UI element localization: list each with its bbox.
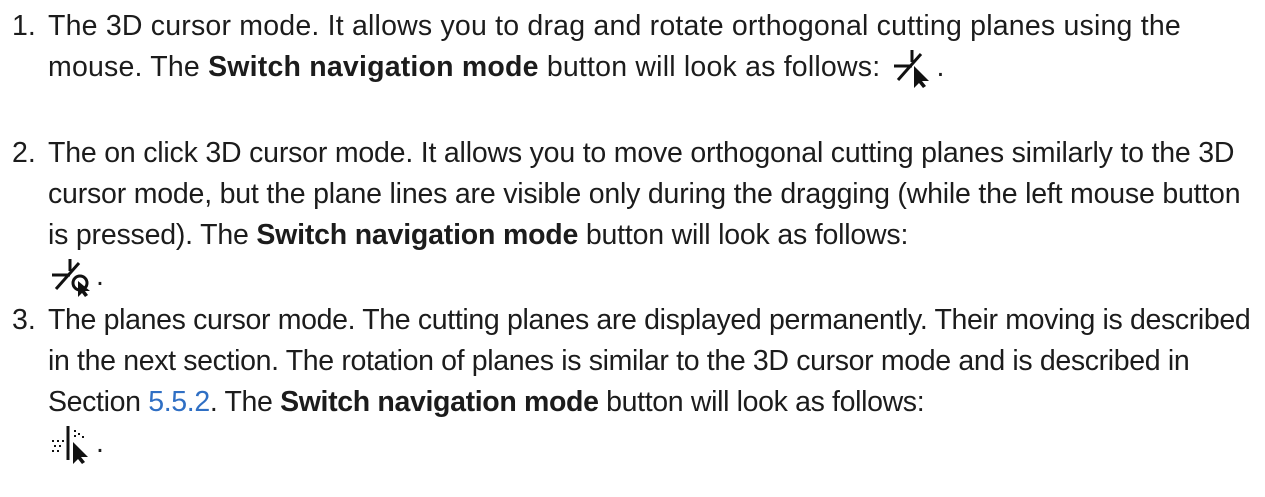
- list-item-text: The on click 3D cursor mode. It allows y…: [48, 133, 1258, 298]
- list-item-text: The planes cursor mode. The cutting plan…: [48, 300, 1258, 465]
- button-name: Switch navigation mode: [208, 51, 539, 83]
- button-name: Switch navigation mode: [280, 386, 599, 418]
- document-page: 1. The 3D cursor mode. It allows you to …: [0, 0, 1265, 497]
- 3d-cursor-mode-icon: [888, 48, 936, 89]
- on-click-3d-cursor-mode-icon: [48, 257, 96, 298]
- button-name: Switch navigation mode: [256, 219, 579, 251]
- list-item-text: The 3D cursor mode. It allows you to dra…: [48, 6, 1258, 89]
- list-item-number: 2.: [12, 137, 36, 169]
- list-item-number: 3.: [12, 304, 36, 336]
- list-item-number: 1.: [12, 10, 36, 42]
- planes-cursor-mode-icon: [48, 424, 96, 465]
- section-link[interactable]: 5.5.2: [148, 386, 210, 418]
